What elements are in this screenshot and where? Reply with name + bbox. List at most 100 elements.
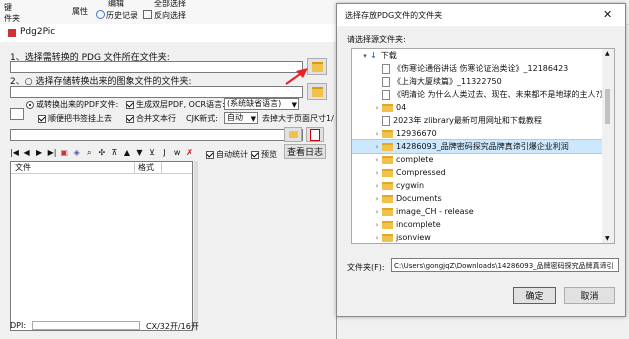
- scroll-thumb[interactable]: [605, 89, 610, 124]
- settings-icon[interactable]: ◈: [73, 149, 81, 157]
- tree-item-downloads[interactable]: ▾ ↓ 下载: [352, 49, 608, 62]
- source-folder-input[interactable]: [10, 61, 303, 73]
- search-icon[interactable]: ⌕: [85, 149, 93, 157]
- tree-item[interactable]: › Compressed: [352, 166, 614, 179]
- folder-icon: [382, 207, 393, 216]
- tree-item-selected[interactable]: › 14286093_品牌密码探究品牌真谛引爆企业利润: [352, 139, 614, 154]
- cjk-select[interactable]: 自动 ▼: [224, 112, 258, 124]
- last-icon[interactable]: ▶|: [48, 149, 57, 157]
- bookmark-checkbox[interactable]: 顺便把书签挂上去: [38, 113, 112, 124]
- tree-item-label: jsonview: [396, 233, 431, 242]
- cjk-label: CJK新式:: [186, 114, 218, 123]
- folder-icon: [382, 155, 393, 164]
- tree-item[interactable]: › jsonview: [352, 231, 614, 243]
- column-format[interactable]: 格式: [138, 162, 154, 173]
- browse-target-button[interactable]: [307, 83, 327, 100]
- view-log-label: 查看日志: [286, 148, 323, 158]
- scroll-down-icon[interactable]: ▼: [605, 235, 610, 242]
- tree-item[interactable]: 《伤寒论通俗讲话 伤寒论证治类诠》_12186423: [352, 62, 614, 75]
- close-icon[interactable]: ✕: [603, 8, 612, 21]
- tree-item-label: 《上海大厦续篇》_11322750: [393, 77, 502, 86]
- ribbon-select-all[interactable]: 全部选择: [154, 0, 186, 9]
- first-icon[interactable]: |◀: [10, 149, 19, 157]
- cancel-button[interactable]: 取消: [564, 287, 615, 304]
- tree-item[interactable]: 《上海大厦续篇》_11322750: [352, 75, 614, 88]
- ribbon-properties[interactable]: 属性: [72, 6, 88, 17]
- tree-item[interactable]: › incomplete: [352, 218, 614, 231]
- tree-item[interactable]: › 12936670: [352, 127, 614, 140]
- pdg2pic-window: Pdg2Pic 1、选择需转换的 PDG 文件所在文件夹: 2、○ 选择存储转换…: [0, 24, 337, 339]
- tree-item[interactable]: 2023年 zlibrary最新可用网址和下载教程: [352, 114, 614, 127]
- folder-icon: [382, 168, 393, 177]
- output-path-input[interactable]: [10, 129, 303, 141]
- file-list[interactable]: 文件 格式: [10, 161, 193, 331]
- tree-item[interactable]: › image_CH - release: [352, 205, 614, 218]
- pdg2pic-titlebar: Pdg2Pic: [0, 24, 336, 42]
- window-title: Pdg2Pic: [20, 27, 56, 37]
- wrap-icon[interactable]: ᴡ: [173, 149, 181, 157]
- list-header: 文件 格式: [11, 162, 192, 174]
- prev-icon[interactable]: ◀: [23, 149, 31, 157]
- folder-path-input[interactable]: C:\Users\gongjqZ\Downloads\14286093_品牌密码…: [391, 258, 619, 272]
- move-up-icon[interactable]: ▲: [123, 149, 131, 157]
- text-icon[interactable]: J: [161, 149, 169, 157]
- column-divider: [161, 162, 162, 173]
- generate-pdf-label: 生成双层PDF, OCR语言:: [136, 100, 225, 109]
- pdf-radio-label: 或转换出来的PDF文件:: [36, 100, 119, 109]
- tree-item-label: 《明清论 为什么人类过去、现在、未来都不是地球的主人?》: [393, 90, 608, 99]
- pdf-path-input[interactable]: [10, 108, 24, 120]
- folder-path-value: C:\Users\gongjqZ\Downloads\14286093_品牌密码…: [394, 262, 614, 270]
- merge-text-checkbox[interactable]: 合并文本行: [126, 113, 176, 124]
- ribbon-edit[interactable]: 编辑: [108, 0, 124, 9]
- tree-item[interactable]: › Documents: [352, 192, 614, 205]
- ok-label: 确定: [525, 292, 544, 302]
- ribbon-invert-selection[interactable]: 反向选择: [154, 10, 186, 21]
- cancel-label: 取消: [580, 292, 599, 302]
- doc-icon[interactable]: ▣: [60, 149, 68, 157]
- next-icon[interactable]: ▶: [35, 149, 43, 157]
- auto-count-checkbox[interactable]: 自动统计: [206, 149, 248, 160]
- document-icon: [382, 89, 390, 100]
- folder-icon: [382, 142, 393, 151]
- tree-item-label: complete: [396, 155, 434, 164]
- tree-item-label: 2023年 zlibrary最新可用网址和下载教程: [393, 116, 542, 125]
- tree-vscroll[interactable]: ▲ ▼: [602, 49, 614, 243]
- pdf-output-radio[interactable]: 或转换出来的PDF文件:: [26, 99, 118, 110]
- view-log-button[interactable]: 查看日志: [284, 144, 326, 159]
- column-file[interactable]: 文件: [15, 162, 31, 173]
- align-bottom-icon[interactable]: ⊻: [148, 149, 156, 157]
- folder-icon: [382, 233, 393, 242]
- status-right: CX/32开/16开: [146, 322, 199, 331]
- document-icon: [382, 63, 390, 74]
- browse-source-button[interactable]: [307, 58, 327, 75]
- generate-pdf-checkbox[interactable]: 生成双层PDF, OCR语言:: [126, 99, 225, 110]
- folder-icon: [382, 194, 393, 203]
- ribbon-history[interactable]: 历史记录: [106, 10, 138, 21]
- align-top-icon[interactable]: ⊼: [110, 149, 118, 157]
- chevron-right-icon[interactable]: ›: [372, 232, 382, 243]
- open-folder-icon: [311, 61, 323, 72]
- preview-checkbox[interactable]: 预览: [251, 149, 277, 160]
- dialog-title: 选择存放PDG文件的文件夹: [345, 11, 443, 20]
- tree-item[interactable]: › complete: [352, 153, 614, 166]
- tree-item-label: cygwin: [396, 181, 425, 190]
- file-list-vscroll[interactable]: [194, 161, 198, 331]
- ok-button[interactable]: 确定: [513, 287, 556, 304]
- auto-count-label: 自动统计: [216, 150, 248, 159]
- folder-tree[interactable]: ▾ ↓ 下载 《伤寒论通俗讲话 伤寒论证治类诠》_12186423 《上海大厦续篇》_1…: [351, 48, 615, 244]
- tree-item[interactable]: › cygwin: [352, 179, 614, 192]
- delete-icon[interactable]: ✗: [186, 149, 194, 157]
- tree-item[interactable]: › 04: [352, 101, 614, 114]
- tree-item[interactable]: 《明清论 为什么人类过去、现在、未来都不是地球的主人?》: [352, 88, 614, 101]
- folder-label: 文件夹(F):: [347, 263, 385, 272]
- folder-icon: [382, 129, 393, 138]
- pdf-button[interactable]: [306, 127, 324, 142]
- target-folder-input[interactable]: [10, 86, 303, 98]
- scroll-up-icon[interactable]: ▲: [605, 50, 610, 57]
- move-down-icon[interactable]: ▼: [135, 149, 143, 157]
- format-icon[interactable]: ✣: [98, 149, 106, 157]
- chevron-down-icon: ▼: [291, 101, 297, 109]
- browse-pdf-button[interactable]: [284, 127, 302, 142]
- folder-icon: [382, 181, 393, 190]
- ocr-language-select[interactable]: (系统缺省语言) ▼: [224, 98, 299, 110]
